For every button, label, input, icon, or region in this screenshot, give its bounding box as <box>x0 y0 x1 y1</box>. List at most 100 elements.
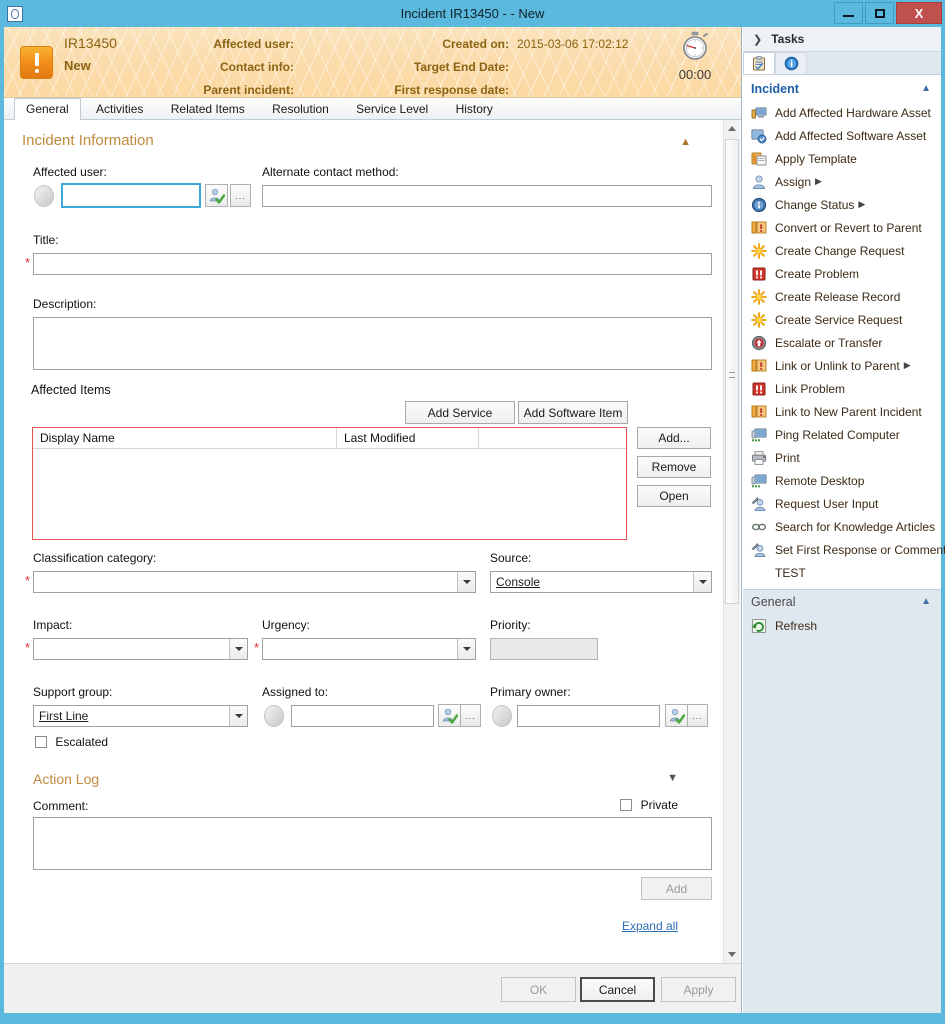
ok-button[interactable]: OK <box>501 977 576 1002</box>
affected-items-remove-button[interactable]: Remove <box>637 456 711 478</box>
task-item-create-change-request[interactable]: Create Change Request <box>743 239 941 262</box>
task-item-request-user-input[interactable]: Request User Input <box>743 492 941 515</box>
incident-id: IR13450 <box>64 35 117 51</box>
task-group-title-general[interactable]: General ▲ <box>743 590 941 614</box>
task-item-add-affected-software-asset[interactable]: Add Affected Software Asset <box>743 124 941 147</box>
urgency-combobox[interactable] <box>262 638 476 660</box>
private-checkbox-row[interactable]: Private <box>620 798 678 812</box>
column-header-display-name[interactable]: Display Name <box>33 428 337 448</box>
chevron-down-icon[interactable] <box>693 572 711 592</box>
task-item-refresh[interactable]: Refresh <box>743 614 941 637</box>
task-item-remote-desktop[interactable]: Remote Desktop <box>743 469 941 492</box>
task-item-ping-related-computer[interactable]: Ping Related Computer <box>743 423 941 446</box>
task-item-link-problem[interactable]: Link Problem <box>743 377 941 400</box>
escalated-checkbox[interactable] <box>35 736 47 748</box>
tab-related-items[interactable]: Related Items <box>159 98 257 120</box>
affected-items-add-button[interactable]: Add... <box>637 427 711 449</box>
tab-general[interactable]: General <box>14 98 81 121</box>
task-label: Request User Input <box>775 496 879 511</box>
scrollbar-thumb[interactable] <box>725 139 739 604</box>
comment-textarea[interactable] <box>33 817 712 870</box>
user-picker-icon[interactable] <box>438 704 461 727</box>
banner-value-target-end-date <box>517 56 628 79</box>
private-checkbox[interactable] <box>620 799 633 811</box>
triangle-up-icon <box>728 126 736 131</box>
form-vertical-scrollbar[interactable] <box>723 120 740 963</box>
task-item-link-or-unlink-to-parent[interactable]: Link or Unlink to Parent ▶ <box>743 354 941 377</box>
refresh-icon <box>751 618 767 634</box>
task-item-add-affected-hardware-asset[interactable]: Add Affected Hardware Asset <box>743 101 941 124</box>
chevron-down-icon[interactable]: ▼ <box>667 772 678 784</box>
tab-resolution[interactable]: Resolution <box>260 98 341 120</box>
task-item-print[interactable]: Print <box>743 446 941 469</box>
task-item-test[interactable]: TEST <box>743 561 941 584</box>
tab-history[interactable]: History <box>444 98 505 120</box>
scroll-down-button[interactable] <box>724 946 740 963</box>
maximize-icon <box>874 8 885 18</box>
affected-items-grid[interactable]: Display Name Last Modified <box>32 427 627 540</box>
impact-combobox[interactable] <box>33 638 248 660</box>
maximize-button[interactable] <box>865 2 894 24</box>
tab-details[interactable] <box>775 52 807 74</box>
affected-user-browse-button[interactable]: ... <box>230 184 251 207</box>
tab-tasks[interactable] <box>743 52 775 74</box>
support-group-combobox[interactable]: First Line <box>33 705 248 727</box>
chevron-up-icon[interactable]: ▲ <box>921 83 931 94</box>
task-item-apply-template[interactable]: Apply Template <box>743 147 941 170</box>
affected-user-input[interactable] <box>61 183 201 208</box>
column-header-blank[interactable] <box>479 428 626 448</box>
tab-activities[interactable]: Activities <box>84 98 155 120</box>
affected-items-open-button[interactable]: Open <box>637 485 711 507</box>
primary-owner-input[interactable] <box>517 705 660 727</box>
escalated-checkbox-row[interactable]: Escalated <box>35 735 108 749</box>
task-item-create-problem[interactable]: Create Problem <box>743 262 941 285</box>
cancel-button[interactable]: Cancel <box>580 977 655 1002</box>
assigned-to-browse-button[interactable]: ... <box>460 704 481 727</box>
minimize-button[interactable] <box>834 2 863 24</box>
add-comment-button[interactable]: Add <box>641 877 712 900</box>
task-item-assign[interactable]: Assign ▶ <box>743 170 941 193</box>
task-item-set-first-response-or-comment[interactable]: Set First Response or Comment <box>743 538 945 561</box>
incident-header-banner: IR13450 New Affected user: Contact info:… <box>4 27 741 98</box>
task-item-create-service-request[interactable]: Create Service Request <box>743 308 941 331</box>
task-item-convert-or-revert-to-parent[interactable]: Convert or Revert to Parent <box>743 216 941 239</box>
apply-button[interactable]: Apply <box>661 977 736 1002</box>
add-service-button[interactable]: Add Service <box>405 401 515 424</box>
task-item-create-release-record[interactable]: Create Release Record <box>743 285 941 308</box>
chevron-right-icon[interactable]: ❯ <box>753 33 762 46</box>
chevron-down-icon[interactable] <box>229 639 247 659</box>
assigned-to-input[interactable] <box>291 705 434 727</box>
chevron-up-icon[interactable]: ▲ <box>680 136 691 148</box>
task-item-change-status[interactable]: Change Status ▶ <box>743 193 941 216</box>
chevron-down-icon[interactable] <box>229 706 247 726</box>
column-header-last-modified[interactable]: Last Modified <box>337 428 479 448</box>
task-pane-header[interactable]: ❯ Tasks <box>743 27 941 52</box>
task-item-escalate-or-transfer[interactable]: Escalate or Transfer <box>743 331 941 354</box>
task-label: Search for Knowledge Articles <box>775 519 936 534</box>
description-textarea[interactable] <box>33 317 712 370</box>
tab-service-level[interactable]: Service Level <box>344 98 440 120</box>
title-required-indicator: * <box>25 255 31 270</box>
classification-category-combobox[interactable] <box>33 571 476 593</box>
task-label: Set First Response or Comment <box>775 542 945 557</box>
expand-all-link[interactable]: Expand all <box>622 919 678 933</box>
add-software-item-button[interactable]: Add Software Item <box>518 401 628 424</box>
user-picker-icon[interactable] <box>665 704 688 727</box>
section-title-incident-information: Incident Information <box>22 132 154 149</box>
task-group-title-incident[interactable]: Incident ▲ <box>743 75 941 101</box>
primary-owner-browse-button[interactable]: ... <box>687 704 708 727</box>
source-combobox[interactable]: Console <box>490 571 712 593</box>
scroll-up-button[interactable] <box>724 120 740 137</box>
task-item-search-for-knowledge-articles[interactable]: Search for Knowledge Articles <box>743 515 941 538</box>
user-picker-icon[interactable] <box>205 184 228 207</box>
chevron-down-icon[interactable] <box>457 572 475 592</box>
info-details-icon <box>784 56 798 71</box>
task-label: Add Affected Hardware Asset <box>775 105 931 120</box>
chevron-down-icon[interactable] <box>457 639 475 659</box>
chevron-up-icon[interactable]: ▲ <box>921 596 931 607</box>
task-label: Create Release Record <box>775 289 901 304</box>
task-item-link-to-new-parent-incident[interactable]: Link to New Parent Incident <box>743 400 941 423</box>
alternate-contact-method-input[interactable] <box>262 185 712 207</box>
title-input[interactable] <box>33 253 712 275</box>
close-button[interactable]: X <box>896 2 942 24</box>
